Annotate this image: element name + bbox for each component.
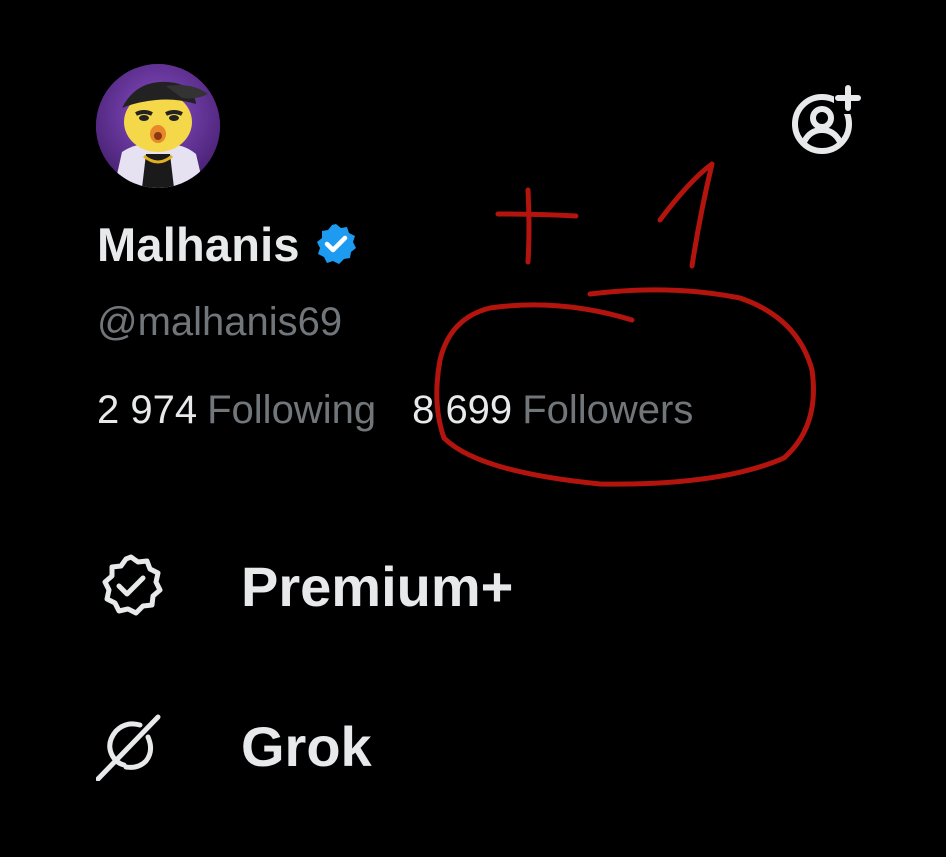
followers-link[interactable]: 8 699 Followers xyxy=(412,388,693,433)
add-account-button[interactable] xyxy=(790,84,862,156)
display-name-row: Malhanis xyxy=(97,214,358,274)
menu-item-premium[interactable]: Premium+ xyxy=(96,551,513,621)
following-label: Following xyxy=(207,388,377,432)
follow-stats: 2 974 Following 8 699 Followers xyxy=(97,388,693,433)
following-count: 2 974 xyxy=(97,388,198,432)
profile-handle: @malhanis69 xyxy=(97,300,343,344)
display-name: Malhanis xyxy=(97,217,300,271)
one-stroke xyxy=(657,161,715,269)
menu-item-label: Grok xyxy=(241,714,372,778)
following-link[interactable]: 2 974 Following xyxy=(97,388,376,433)
add-account-icon xyxy=(792,85,862,154)
menu-item-label: Premium+ xyxy=(241,554,514,618)
followers-circle-stroke xyxy=(434,287,816,487)
avatar-image xyxy=(96,64,220,188)
grok-icon xyxy=(95,711,166,782)
verified-badge-outline-icon xyxy=(96,551,166,621)
menu-item-grok[interactable]: Grok xyxy=(95,711,372,782)
followers-label: Followers xyxy=(522,388,694,432)
avatar[interactable] xyxy=(96,64,220,188)
plus-vertical-stroke xyxy=(525,187,532,265)
followers-count: 8 699 xyxy=(412,388,513,432)
verified-badge-icon[interactable] xyxy=(314,222,358,266)
plus-horizontal-stroke xyxy=(495,211,579,219)
